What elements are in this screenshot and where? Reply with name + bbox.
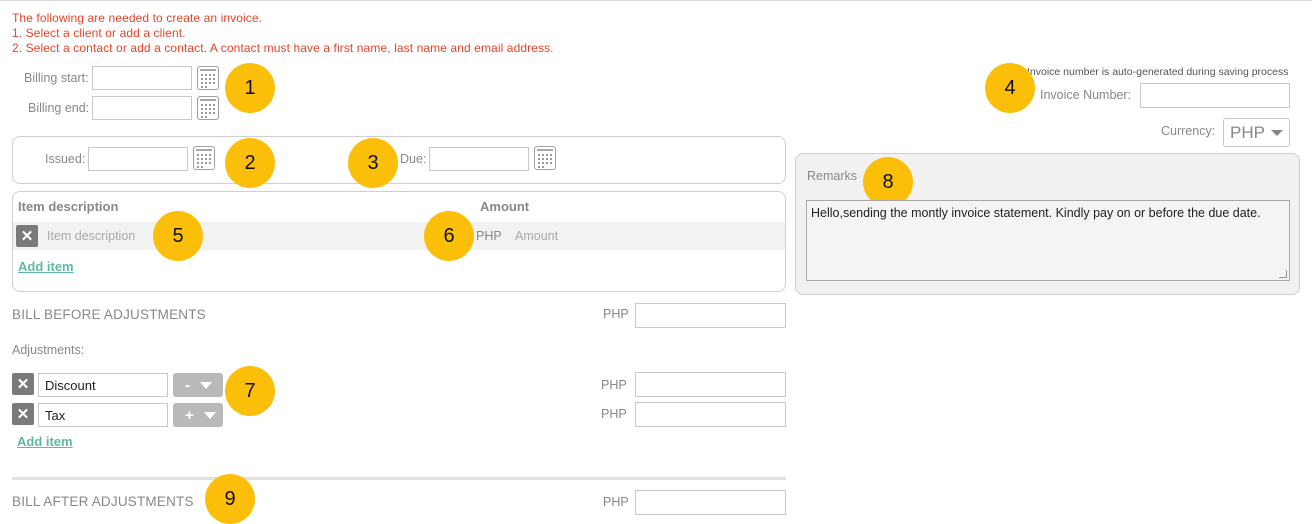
callout-badge-4: 4 [985,63,1035,113]
item-description-input[interactable]: Item description [47,229,135,243]
billing-start-calendar-icon[interactable] [197,66,219,90]
billing-start-input[interactable] [92,66,192,90]
item-description-header: Item description [18,199,119,214]
billing-start-label: Billing start: [24,71,89,85]
tax-name-input[interactable]: Tax [38,403,168,427]
callout-badge-3: 3 [348,138,398,188]
bill-after-label: BILL AFTER ADJUSTMENTS [12,494,194,509]
invoice-number-input[interactable] [1140,83,1290,108]
invoice-auto-note: Invoice number is auto-generated during … [1027,66,1289,78]
notice-line-3: 2. Select a contact or add a contact. A … [12,41,554,55]
due-label: Due: [400,152,427,166]
invoice-number-label: Invoice Number: [1040,88,1132,102]
item-currency-label: PHP [476,229,502,243]
notice-line-2: 1. Select a client or add a client. [12,26,186,40]
callout-badge-7: 7 [225,366,275,416]
discount-name-input[interactable]: Discount [38,373,168,397]
bill-before-input[interactable] [635,303,786,328]
chevron-down-icon [200,381,212,389]
chevron-down-icon [1270,129,1283,136]
remarks-textarea[interactable]: Hello,sending the montly invoice stateme… [806,200,1290,281]
tax-currency: PHP [601,407,627,421]
billing-end-label: Billing end: [28,101,90,115]
bill-before-currency: PHP [603,307,629,321]
adjustments-label: Adjustments: [12,343,85,357]
billing-end-input[interactable] [92,96,192,120]
currency-label: Currency: [1161,124,1216,138]
bill-after-currency: PHP [603,495,629,509]
remove-item-close-icon[interactable]: ✕ [16,225,38,247]
callout-badge-6: 6 [424,211,474,261]
remarks-text: Hello,sending the montly invoice stateme… [811,206,1261,220]
discount-operator-value: - [185,376,190,394]
discount-operator-dropdown[interactable]: - [173,373,223,397]
due-calendar-icon[interactable] [534,146,556,170]
item-amount-input[interactable]: Amount [515,229,558,243]
bill-before-label: BILL BEFORE ADJUSTMENTS [12,307,206,322]
section-divider [12,477,786,480]
callout-badge-5: 5 [153,211,203,261]
issued-input[interactable] [88,147,188,171]
add-adjustment-link[interactable]: Add item [17,434,73,449]
remove-tax-close-icon[interactable]: ✕ [12,403,34,425]
issued-label: Issued: [45,152,86,166]
top-border [0,0,1312,3]
callout-badge-2: 2 [225,138,275,188]
remove-discount-close-icon[interactable]: ✕ [12,373,34,395]
currency-select[interactable]: PHP [1223,118,1290,147]
resize-grip-icon[interactable] [1279,270,1287,278]
discount-amount-input[interactable] [635,372,786,397]
amount-header: Amount [480,199,530,214]
tax-operator-dropdown[interactable]: + [173,403,223,427]
callout-badge-9: 9 [205,474,255,524]
add-item-link[interactable]: Add item [18,259,74,274]
chevron-down-icon [203,411,216,419]
discount-currency: PHP [601,378,627,392]
issued-calendar-icon[interactable] [193,146,215,170]
tax-operator-value: + [185,406,194,424]
tax-amount-input[interactable] [635,402,786,427]
currency-selected: PHP [1230,122,1265,142]
remarks-label: Remarks [807,169,858,183]
notice-line-1: The following are needed to create an in… [12,11,263,25]
bill-after-input[interactable] [635,490,786,515]
due-input[interactable] [429,147,529,171]
callout-badge-1: 1 [225,63,275,113]
billing-end-calendar-icon[interactable] [197,96,219,120]
